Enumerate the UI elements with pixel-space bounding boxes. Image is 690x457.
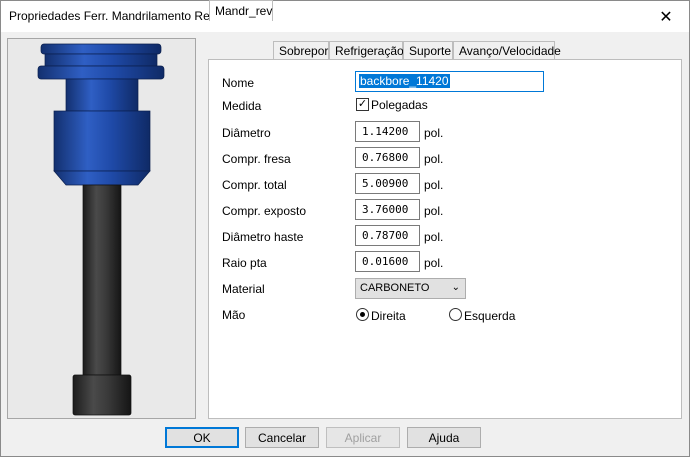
compr-exposto-unit: pol. [424, 204, 444, 218]
diametro-input[interactable]: 1.14200 [355, 121, 420, 142]
medida-label: Medida [222, 99, 262, 113]
compr-fresa-unit: pol. [424, 152, 444, 166]
diametro-haste-input[interactable]: 0.78700 [355, 225, 420, 246]
direita-label: Direita [371, 309, 406, 323]
backbore-tool-image [37, 43, 165, 416]
esquerda-label: Esquerda [464, 309, 516, 323]
compr-total-unit: pol. [424, 178, 444, 192]
direita-radio[interactable] [356, 308, 369, 321]
diametro-unit: pol. [424, 126, 444, 140]
tab-mandr-rev[interactable]: Mandr_rev [209, 0, 273, 21]
title-bar: Propriedades Ferr. Mandrilamento Reverso… [1, 1, 689, 32]
apply-button[interactable]: Aplicar [326, 427, 400, 448]
compr-fresa-label: Compr. fresa [222, 152, 291, 166]
mao-label: Mão [222, 308, 246, 322]
tab-avanco-velocidade[interactable]: Avanço/Velocidade [453, 41, 561, 59]
window-title: Propriedades Ferr. Mandrilamento Reverso [9, 9, 240, 23]
nome-value: backbore_11420 [359, 74, 450, 88]
compr-total-input[interactable]: 5.00900 [355, 173, 420, 194]
esquerda-radio[interactable] [449, 308, 462, 321]
chevron-down-icon: ⌄ [451, 282, 460, 293]
diametro-label: Diâmetro [222, 126, 271, 140]
close-icon[interactable]: ✕ [643, 1, 689, 32]
material-value: CARBONETO [360, 282, 430, 294]
diametro-haste-label: Diâmetro haste [222, 230, 304, 244]
raio-pta-label: Raio pta [222, 256, 267, 270]
ok-button[interactable]: OK [165, 427, 239, 448]
compr-exposto-input[interactable]: 3.76000 [355, 199, 420, 220]
help-button[interactable]: Ajuda [407, 427, 481, 448]
tool-preview [7, 38, 196, 419]
raio-pta-unit: pol. [424, 256, 444, 270]
checkmark-icon: ✓ [357, 98, 368, 110]
diametro-haste-unit: pol. [424, 230, 444, 244]
nome-input[interactable]: backbore_11420 [355, 71, 544, 92]
polegadas-label: Polegadas [371, 98, 428, 112]
material-label: Material [222, 282, 265, 296]
tab-sobrepor[interactable]: Sobrepor [273, 41, 329, 59]
compr-fresa-input[interactable]: 0.76800 [355, 147, 420, 168]
tab-suporte[interactable]: Suporte [403, 41, 453, 59]
compr-total-label: Compr. total [222, 178, 287, 192]
polegadas-checkbox[interactable]: ✓ [356, 98, 369, 111]
raio-pta-input[interactable]: 0.01600 [355, 251, 420, 272]
compr-exposto-label: Compr. exposto [222, 204, 307, 218]
tab-refrigeracao[interactable]: Refrigeração [329, 41, 404, 59]
radio-selected-dot [360, 312, 365, 317]
cancel-button[interactable]: Cancelar [245, 427, 319, 448]
material-select[interactable]: CARBONETO ⌄ [355, 278, 466, 299]
nome-label: Nome [222, 76, 255, 90]
